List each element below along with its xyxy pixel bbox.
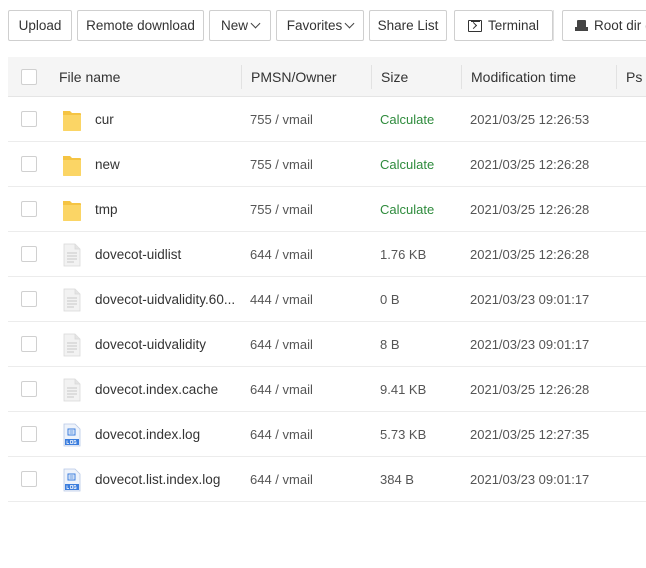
file-icon	[63, 288, 81, 312]
header-ps[interactable]: Ps	[626, 57, 642, 97]
file-name[interactable]: tmp	[95, 187, 245, 232]
table-row[interactable]: dovecot-uidvalidity 644 / vmail 8 B 2021/03…	[8, 322, 646, 367]
upload-button[interactable]: Upload	[8, 10, 72, 41]
upload-label: Upload	[18, 18, 62, 33]
table-row[interactable]: dovecot-uidvalidity.60... 444 / vmail 0 B 2…	[8, 277, 646, 322]
row-checkbox[interactable]	[21, 246, 37, 262]
file-table: File name PMSN/Owner Size Modification t…	[8, 57, 646, 502]
permission-owner[interactable]: 755 / vmail	[250, 142, 360, 187]
permission-owner[interactable]: 755 / vmail	[250, 187, 360, 232]
header-size[interactable]: Size	[381, 57, 408, 97]
row-checkbox[interactable]	[21, 291, 37, 307]
header-modification-time[interactable]: Modification time	[471, 57, 576, 97]
file-name[interactable]: dovecot-uidvalidity.60...	[95, 277, 245, 322]
toolbar-divider	[553, 10, 554, 41]
table-body: cur 755 / vmail Calculate 2021/03/25 12:26:…	[8, 97, 646, 502]
favorites-label: Favorites	[286, 18, 343, 33]
remote-download-button[interactable]: Remote download	[77, 10, 204, 41]
row-checkbox[interactable]	[21, 201, 37, 217]
file-size: 0 B	[380, 292, 400, 307]
modification-time: 2021/03/25 12:26:28	[470, 157, 590, 172]
header-file-name[interactable]: File name	[59, 57, 120, 97]
calculate-size-link[interactable]: Calculate	[380, 97, 460, 142]
log-file-icon	[63, 423, 81, 447]
file-size: 384 B	[380, 472, 414, 487]
file-icon	[63, 333, 81, 357]
permission-owner[interactable]: 644 / vmail	[250, 367, 360, 412]
folder-icon	[63, 111, 81, 131]
modification-time: 2021/03/25 12:27:35	[470, 427, 590, 442]
root-dir-button[interactable]: Root dir (4	[562, 10, 646, 41]
column-divider	[616, 65, 617, 89]
table-header: File name PMSN/Owner Size Modification t…	[8, 57, 646, 97]
file-name[interactable]: dovecot.index.cache	[95, 367, 245, 412]
file-name[interactable]: cur	[95, 97, 245, 142]
modification-time: 2021/03/25 12:26:28	[470, 247, 590, 262]
row-checkbox[interactable]	[21, 111, 37, 127]
column-divider	[241, 65, 242, 89]
file-icon	[63, 243, 81, 267]
permission-owner[interactable]: 444 / vmail	[250, 277, 360, 322]
table-row[interactable]: new 755 / vmail Calculate 2021/03/25 12:26:…	[8, 142, 646, 187]
file-name[interactable]: new	[95, 142, 245, 187]
terminal-button[interactable]: Terminal	[454, 10, 553, 41]
terminal-icon	[467, 19, 482, 32]
modification-time: 2021/03/25 12:26:53	[470, 112, 590, 127]
permission-owner[interactable]: 644 / vmail	[250, 232, 360, 277]
file-size: 1.76 KB	[380, 247, 427, 262]
file-name[interactable]: dovecot-uidlist	[95, 232, 245, 277]
new-label: New	[220, 18, 248, 33]
folder-icon	[63, 201, 81, 221]
column-divider	[461, 65, 462, 89]
toolbar: Upload Remote download New Favorites Sha…	[8, 10, 646, 41]
folder-icon	[63, 156, 81, 176]
table-row[interactable]: dovecot.index.log 644 / vmail 5.73 KB 2021/…	[8, 412, 646, 457]
row-checkbox[interactable]	[21, 336, 37, 352]
table-row[interactable]: tmp 755 / vmail Calculate 2021/03/25 12:26:…	[8, 187, 646, 232]
table-row[interactable]: dovecot.index.cache 644 / vmail 9.41 KB 202…	[8, 367, 646, 412]
modification-time: 2021/03/25 12:26:28	[470, 382, 590, 397]
select-all-checkbox[interactable]	[21, 69, 37, 85]
table-row[interactable]: cur 755 / vmail Calculate 2021/03/25 12:26:…	[8, 97, 646, 142]
row-checkbox[interactable]	[21, 381, 37, 397]
modification-time: 2021/03/23 09:01:17	[470, 337, 590, 352]
chevron-down-icon	[250, 18, 261, 29]
permission-owner[interactable]: 644 / vmail	[250, 412, 360, 457]
file-name[interactable]: dovecot-uidvalidity	[95, 322, 245, 367]
column-divider	[371, 65, 372, 89]
modification-time: 2021/03/25 12:26:28	[470, 202, 590, 217]
permission-owner[interactable]: 644 / vmail	[250, 457, 360, 502]
calculate-size-link[interactable]: Calculate	[380, 187, 460, 232]
file-size: 8 B	[380, 337, 400, 352]
remote-download-label: Remote download	[86, 18, 195, 33]
table-row[interactable]: dovecot-uidlist 644 / vmail 1.76 KB 2021/03…	[8, 232, 646, 277]
new-dropdown-button[interactable]: New	[209, 10, 271, 41]
share-list-button[interactable]: Share List	[369, 10, 447, 41]
row-checkbox[interactable]	[21, 156, 37, 172]
disk-icon	[575, 20, 588, 31]
file-name[interactable]: dovecot.index.log	[95, 412, 245, 457]
calculate-size-link[interactable]: Calculate	[380, 142, 460, 187]
file-icon	[63, 378, 81, 402]
file-size: 5.73 KB	[380, 427, 427, 442]
file-size: 9.41 KB	[380, 382, 427, 397]
permission-owner[interactable]: 755 / vmail	[250, 97, 360, 142]
chevron-down-icon	[344, 18, 355, 29]
row-checkbox[interactable]	[21, 426, 37, 442]
permission-owner[interactable]: 644 / vmail	[250, 322, 360, 367]
share-list-label: Share List	[377, 18, 439, 33]
row-checkbox[interactable]	[21, 471, 37, 487]
log-file-icon	[63, 468, 81, 492]
table-row[interactable]: dovecot.list.index.log 644 / vmail 384 B 20…	[8, 457, 646, 502]
modification-time: 2021/03/23 09:01:17	[470, 292, 590, 307]
root-dir-label: Root dir (4	[594, 18, 646, 33]
favorites-dropdown-button[interactable]: Favorites	[276, 10, 364, 41]
modification-time: 2021/03/23 09:01:17	[470, 472, 590, 487]
terminal-label: Terminal	[487, 18, 539, 33]
file-name[interactable]: dovecot.list.index.log	[95, 457, 245, 502]
header-permission-owner[interactable]: PMSN/Owner	[251, 57, 337, 97]
